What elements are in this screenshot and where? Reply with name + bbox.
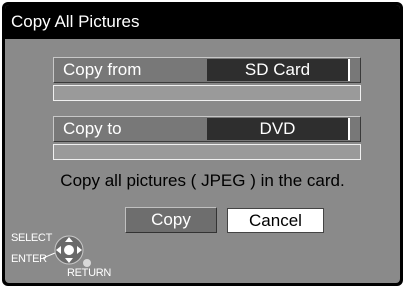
navigation-pad-icon [43,235,91,267]
info-message: Copy all pictures ( JPEG ) in the card. [60,171,345,190]
dialog-body: Copy All Pictures Copy from SD Card Copy… [5,5,400,283]
copy-from-label: Copy from [63,60,142,79]
enter-hint-label: ENTER [11,253,47,265]
dialog-frame: Copy All Pictures Copy from SD Card Copy… [2,2,403,286]
copy-to-detail-box [53,144,361,160]
copy-button[interactable]: Copy [125,207,217,233]
cancel-button[interactable]: Cancel [227,208,324,233]
copy-from-value[interactable]: SD Card [207,59,350,81]
copy-from-detail-box [53,85,361,101]
dialog-title: Copy All Pictures [5,5,400,39]
copy-to-value[interactable]: DVD [207,118,350,140]
copy-to-label: Copy to [63,119,122,138]
